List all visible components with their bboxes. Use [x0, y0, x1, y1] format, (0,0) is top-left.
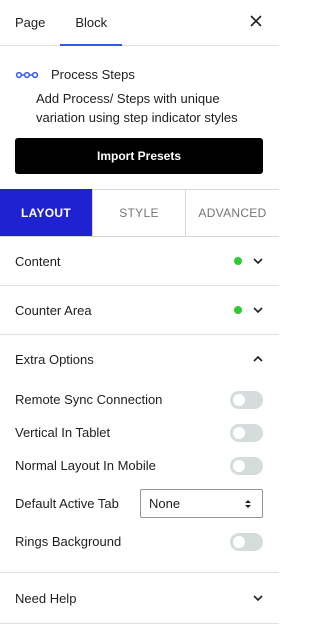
- option-vertical-tablet: Vertical In Tablet: [0, 416, 279, 449]
- normal-mobile-label: Normal Layout In Mobile: [15, 458, 156, 473]
- panel-content-title: Content: [15, 253, 61, 269]
- normal-mobile-toggle[interactable]: [230, 456, 263, 475]
- option-rings-background: Rings Background: [0, 525, 279, 558]
- status-dot: [234, 257, 242, 265]
- select-arrows-icon: [245, 499, 251, 508]
- tab-layout[interactable]: LAYOUT: [0, 189, 92, 236]
- block-description: Add Process/ Steps with unique variation…: [36, 91, 238, 125]
- sidebar-tabs: Page Block: [0, 0, 279, 46]
- panel-content[interactable]: Content: [0, 237, 279, 286]
- chevron-up-icon: [253, 355, 263, 362]
- panel-need-help-title: Need Help: [15, 590, 77, 606]
- settings-tabs: LAYOUT STYLE ADVANCED: [0, 189, 279, 237]
- rings-background-toggle[interactable]: [230, 532, 263, 551]
- chevron-down-icon: [253, 307, 263, 314]
- close-icon[interactable]: [249, 14, 263, 28]
- panel-counter-area-title: Counter Area: [15, 302, 92, 318]
- vertical-tablet-toggle[interactable]: [230, 423, 263, 442]
- tab-advanced[interactable]: ADVANCED: [185, 189, 279, 236]
- chevron-down-icon: [253, 258, 263, 265]
- default-tab-select[interactable]: None: [140, 489, 263, 518]
- tab-page[interactable]: Page: [0, 0, 60, 45]
- block-card: Process Steps: [0, 46, 279, 83]
- panel-extra-options-header[interactable]: Extra Options: [0, 335, 279, 383]
- tab-style[interactable]: STYLE: [92, 189, 185, 236]
- process-steps-icon: [15, 71, 39, 79]
- option-normal-mobile: Normal Layout In Mobile: [0, 449, 279, 482]
- panel-counter-area[interactable]: Counter Area: [0, 286, 279, 335]
- option-default-tab: Default Active Tab None: [0, 482, 279, 525]
- tab-block[interactable]: Block: [60, 0, 123, 46]
- panel-extra-options-title: Extra Options: [15, 351, 94, 367]
- remote-sync-label: Remote Sync Connection: [15, 392, 163, 407]
- option-remote-sync: Remote Sync Connection: [0, 383, 279, 416]
- import-presets-button[interactable]: Import Presets: [15, 138, 263, 174]
- status-dot: [234, 306, 242, 314]
- block-title: Process Steps: [51, 67, 135, 82]
- rings-background-label: Rings Background: [15, 534, 122, 549]
- panel-need-help[interactable]: Need Help: [0, 573, 279, 624]
- remote-sync-toggle[interactable]: [230, 390, 263, 409]
- default-tab-label: Default Active Tab: [15, 496, 119, 511]
- default-tab-value: None: [149, 496, 181, 511]
- vertical-tablet-label: Vertical In Tablet: [15, 425, 111, 440]
- panel-extra-options: Extra Options Remote Sync Connection Ver…: [0, 335, 279, 573]
- chevron-down-icon: [253, 595, 263, 602]
